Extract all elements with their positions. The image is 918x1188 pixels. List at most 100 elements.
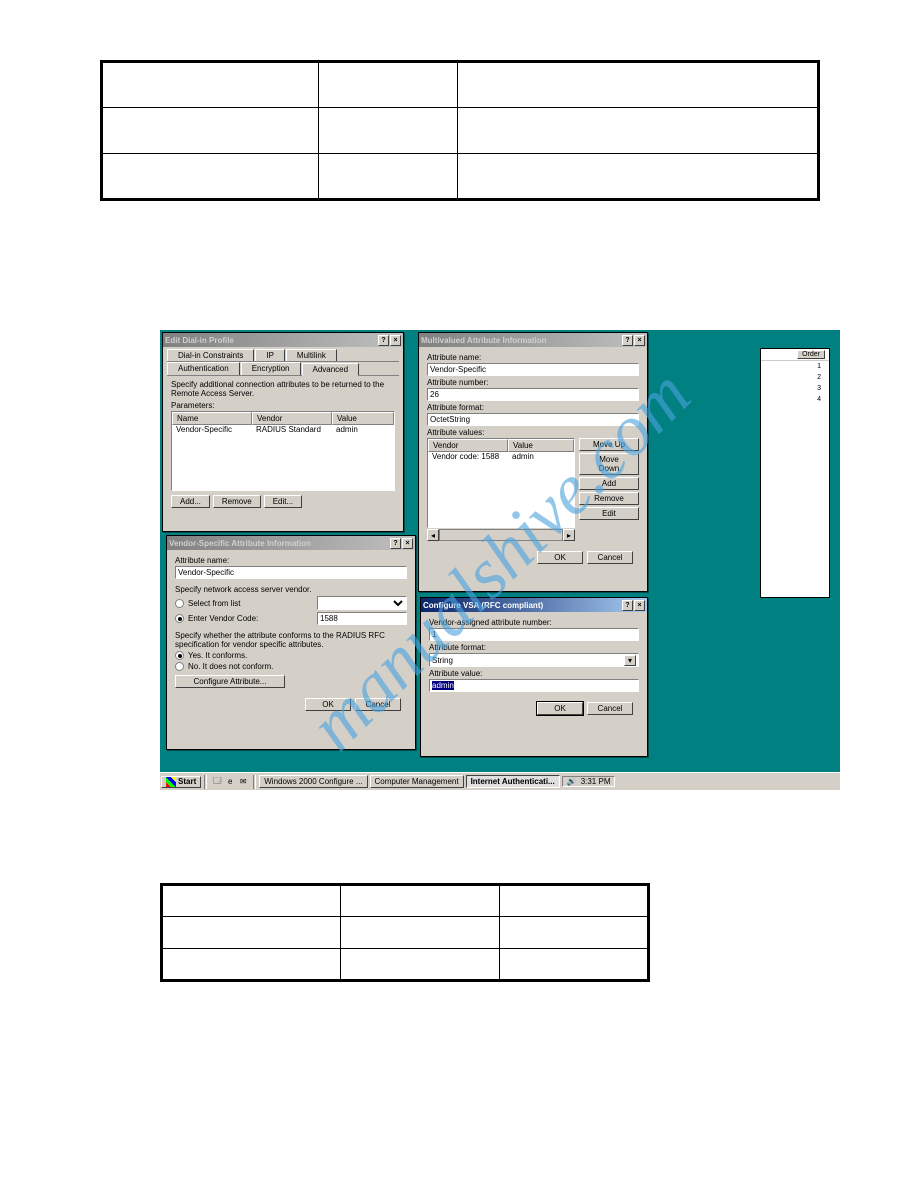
multivalued-attribute-window: Multivalued Attribute Information ? × At… xyxy=(418,332,648,592)
tab-multilink[interactable]: Multilink xyxy=(286,349,337,361)
nas-vendor-label: Specify network access server vendor. xyxy=(175,585,407,594)
vendor-code-input[interactable] xyxy=(317,612,407,625)
radio-icon xyxy=(175,599,184,608)
tabs-row1: Dial-in Constraints IP Multilink xyxy=(167,349,399,362)
task-button[interactable]: Windows 2000 Configure ... xyxy=(259,775,367,788)
titlebar[interactable]: Edit Dial-in Profile ? × xyxy=(163,333,403,347)
move-down-button[interactable]: Move Down xyxy=(579,453,639,475)
radio-conforms-no[interactable]: No. It does not conform. xyxy=(175,662,407,671)
help-icon[interactable]: ? xyxy=(378,335,389,346)
close-icon[interactable]: × xyxy=(390,335,401,346)
start-button[interactable]: Start xyxy=(161,776,201,788)
close-icon[interactable]: × xyxy=(634,335,645,346)
tab-authentication[interactable]: Authentication xyxy=(167,362,240,375)
col-name[interactable]: Name xyxy=(172,412,252,425)
vendor-assigned-number-input[interactable] xyxy=(429,628,639,641)
ok-button[interactable]: OK xyxy=(305,698,351,711)
order-value: 2 xyxy=(769,372,821,383)
help-icon[interactable]: ? xyxy=(390,538,401,549)
configure-vsa-window: Configure VSA (RFC compliant) ? × Vendor… xyxy=(420,597,648,757)
table-row[interactable]: Vendor code: 1588 admin xyxy=(428,452,574,461)
vendor-list-select[interactable] xyxy=(317,596,407,610)
attr-format-label: Attribute format: xyxy=(427,403,639,412)
cancel-button[interactable]: Cancel xyxy=(355,698,401,711)
radio-icon xyxy=(175,651,184,660)
quick-launch: 🗔 e ✉ xyxy=(209,776,251,788)
attr-number-field xyxy=(427,388,639,401)
table-row[interactable]: Vendor-Specific RADIUS Standard admin xyxy=(172,425,394,434)
attr-name-field xyxy=(175,566,407,579)
col-value[interactable]: Value xyxy=(332,412,394,425)
col-value[interactable]: Value xyxy=(508,439,574,452)
close-icon[interactable]: × xyxy=(402,538,413,549)
remove-button[interactable]: Remove xyxy=(579,492,639,505)
ok-button[interactable]: OK xyxy=(537,551,583,564)
parameters-label: Parameters: xyxy=(171,401,395,410)
radio-select-from-list[interactable]: Select from list xyxy=(175,596,407,610)
attr-name-field xyxy=(427,363,639,376)
attribute-value-label: Attribute value: xyxy=(429,669,639,678)
add-button[interactable]: Add... xyxy=(171,495,210,508)
window-title: Vendor-Specific Attribute Information xyxy=(169,539,311,548)
radio-icon xyxy=(175,614,184,623)
chevron-down-icon[interactable]: ▾ xyxy=(624,655,636,666)
tray-icon[interactable]: 🔊 xyxy=(567,777,577,786)
windows-logo-icon xyxy=(166,777,176,787)
radio-enter-vendor-code[interactable]: Enter Vendor Code: xyxy=(175,612,407,625)
edit-button[interactable]: Edit... xyxy=(264,495,302,508)
window-title: Configure VSA (RFC compliant) xyxy=(423,601,543,610)
dialin-profile-window: Edit Dial-in Profile ? × Dial-in Constra… xyxy=(162,332,404,532)
task-button-active[interactable]: Internet Authenticati... xyxy=(466,775,560,788)
conform-label: Specify whether the attribute conforms t… xyxy=(175,631,407,649)
order-value: 3 xyxy=(769,383,821,394)
tabs-row2: Authentication Encryption Advanced xyxy=(167,362,399,376)
tab-encryption[interactable]: Encryption xyxy=(241,362,301,375)
edit-button[interactable]: Edit xyxy=(579,507,639,520)
remove-button[interactable]: Remove xyxy=(213,495,261,508)
col-order[interactable]: Order xyxy=(797,350,825,359)
attr-values-label: Attribute values: xyxy=(427,428,639,437)
attribute-values-list[interactable]: Vendor Value Vendor code: 1588 admin xyxy=(427,438,575,528)
add-button[interactable]: Add xyxy=(579,477,639,490)
attribute-format-select[interactable]: String ▾ xyxy=(429,653,639,667)
scroll-left-icon[interactable]: ◂ xyxy=(427,529,439,541)
help-icon[interactable]: ? xyxy=(622,600,633,611)
attr-name-label: Attribute name: xyxy=(427,353,639,362)
titlebar[interactable]: Vendor-Specific Attribute Information ? … xyxy=(167,536,415,550)
close-icon[interactable]: × xyxy=(634,600,645,611)
cancel-button[interactable]: Cancel xyxy=(587,551,633,564)
tab-ip[interactable]: IP xyxy=(255,349,285,361)
task-button[interactable]: Computer Management xyxy=(370,775,464,788)
attribute-format-label: Attribute format: xyxy=(429,643,639,652)
screenshot-desktop: Order 1 2 3 4 Edit Dial-in Profile ? × D… xyxy=(160,330,840,790)
parameters-list[interactable]: Name Vendor Value Vendor-Specific RADIUS… xyxy=(171,411,395,491)
window-title: Edit Dial-in Profile xyxy=(165,336,234,345)
clock: 3:31 PM xyxy=(581,777,611,786)
col-vendor[interactable]: Vendor xyxy=(252,412,332,425)
cancel-button[interactable]: Cancel xyxy=(587,702,633,715)
titlebar[interactable]: Configure VSA (RFC compliant) ? × xyxy=(421,598,647,612)
taskbar: Start 🗔 e ✉ Windows 2000 Configure ... C… xyxy=(160,772,840,790)
attr-number-label: Attribute number: xyxy=(427,378,639,387)
titlebar[interactable]: Multivalued Attribute Information ? × xyxy=(419,333,647,347)
instructions-text: Specify additional connection attributes… xyxy=(171,380,395,398)
attr-format-field xyxy=(427,413,639,426)
ok-button[interactable]: OK xyxy=(537,702,583,715)
vendor-specific-window: Vendor-Specific Attribute Information ? … xyxy=(166,535,416,750)
tab-dialin-constraints[interactable]: Dial-in Constraints xyxy=(167,349,254,361)
radio-icon xyxy=(175,662,184,671)
show-desktop-icon[interactable]: 🗔 xyxy=(211,776,223,788)
attr-name-label: Attribute name: xyxy=(175,556,407,565)
system-tray: 🔊 3:31 PM xyxy=(562,776,616,787)
move-up-button[interactable]: Move Up xyxy=(579,438,639,451)
col-vendor[interactable]: Vendor xyxy=(428,439,508,452)
scroll-right-icon[interactable]: ▸ xyxy=(563,529,575,541)
attribute-value-input[interactable]: admin xyxy=(429,679,639,692)
tab-advanced[interactable]: Advanced xyxy=(302,363,360,376)
ie-icon[interactable]: e xyxy=(224,776,236,788)
help-icon[interactable]: ? xyxy=(622,335,633,346)
order-value: 4 xyxy=(769,394,821,405)
radio-conforms-yes[interactable]: Yes. It conforms. xyxy=(175,651,407,660)
configure-attribute-button[interactable]: Configure Attribute... xyxy=(175,675,285,688)
outlook-icon[interactable]: ✉ xyxy=(237,776,249,788)
